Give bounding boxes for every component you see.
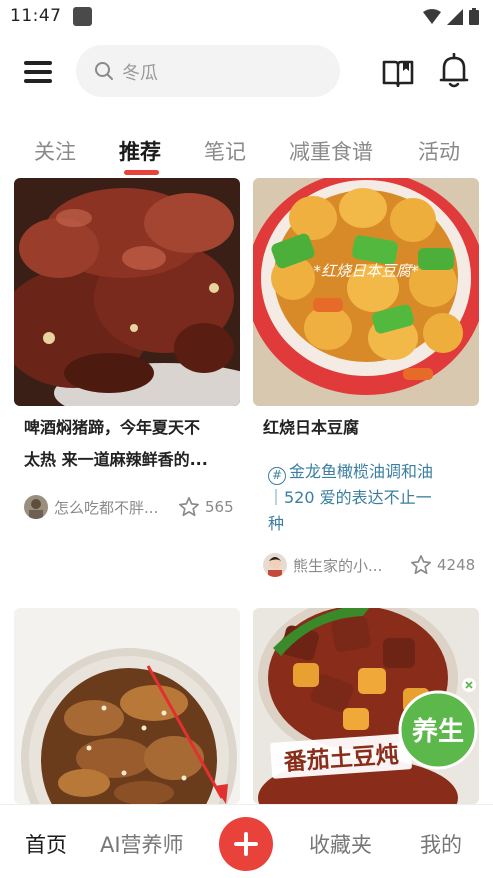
favorite-count-value: 4248 <box>437 556 476 574</box>
top-header: 冬瓜 <box>0 40 493 104</box>
favorite-count[interactable]: 4248 <box>410 554 475 576</box>
braised-pork-trotter-photo <box>14 178 240 406</box>
recipe-author[interactable]: 熊生家的小... <box>263 552 382 578</box>
nav-me[interactable]: 我的 <box>420 829 462 859</box>
tab-notes[interactable]: 笔记 <box>204 136 246 166</box>
bottom-navigation: 首页 AI营养师 收藏夹 我的 <box>0 804 493 878</box>
menu-icon[interactable] <box>24 59 54 85</box>
nav-home[interactable]: 首页 <box>25 829 67 859</box>
recipe-card-image[interactable] <box>14 178 240 406</box>
status-time: 11:47 <box>10 6 62 26</box>
topic-hash-icon: # <box>268 467 286 485</box>
recipe-card-image[interactable] <box>14 608 240 804</box>
tomato-potato-stew-photo: 番茄土豆炖 养生 <box>253 608 479 804</box>
tab-activities[interactable]: 活动 <box>418 136 460 166</box>
recipe-card-title[interactable]: 红烧日本豆腐 <box>263 412 473 444</box>
avatar <box>263 553 287 577</box>
recipe-title-line: 太热 来一道麻辣鲜香的... <box>24 450 208 469</box>
recipe-card-image[interactable]: *红烧日本豆腐* <box>253 178 479 406</box>
recipe-author[interactable]: 怎么吃都不胖... <box>24 494 158 520</box>
notification-app-icon <box>73 7 92 26</box>
signal-icon <box>447 8 463 25</box>
add-button[interactable] <box>219 817 273 871</box>
tab-weight-loss-recipes[interactable]: 减重食谱 <box>289 136 373 166</box>
recipe-card-title[interactable]: 啤酒焖猪蹄，今年夏天不 太热 来一道麻辣鲜香的... <box>24 412 234 476</box>
star-icon <box>411 555 431 575</box>
nav-ai-nutritionist[interactable]: AI营养师 <box>100 829 184 859</box>
recipe-feed: 啤酒焖猪蹄，今年夏天不 太热 来一道麻辣鲜香的... 怎么吃都不胖... 565 <box>0 178 493 804</box>
recipe-card-image[interactable]: 番茄土豆炖 养生 <box>253 608 479 804</box>
search-icon <box>95 62 113 80</box>
status-bar: 11:47 <box>0 0 493 34</box>
search-placeholder: 冬瓜 <box>122 63 158 84</box>
topic-text: 种 <box>268 514 285 533</box>
author-name: 熊生家的小... <box>293 556 383 575</box>
status-icons <box>423 8 479 25</box>
active-tab-indicator <box>124 170 159 175</box>
topic-text: ｜520 爱的表达不止一 <box>268 488 432 507</box>
image-overlay-text: *红烧日本豆腐* <box>313 262 419 280</box>
braised-tofu-photo: *红烧日本豆腐* <box>253 178 479 406</box>
cold-dish-photo <box>14 608 240 804</box>
battery-icon <box>469 8 479 25</box>
notification-bell-icon[interactable] <box>439 53 469 89</box>
nav-favorites[interactable]: 收藏夹 <box>309 829 372 859</box>
topic-tag[interactable]: # 金龙鱼橄榄油调和油 ｜520 爱的表达不止一 种 <box>268 459 478 537</box>
star-icon <box>179 497 199 517</box>
recipe-title-line: 啤酒焖猪蹄，今年夏天不 <box>24 418 201 437</box>
category-tabs: 关注 推荐 笔记 减重食谱 活动 <box>0 128 493 176</box>
favorite-count-value: 565 <box>205 498 234 516</box>
topic-text: 金龙鱼橄榄油调和油 <box>289 462 434 481</box>
tab-recommend[interactable]: 推荐 <box>119 136 161 166</box>
tab-follow[interactable]: 关注 <box>34 136 76 166</box>
health-badge: 养生 <box>411 716 464 747</box>
author-name: 怎么吃都不胖... <box>54 498 159 517</box>
avatar <box>24 495 48 519</box>
recipe-book-icon[interactable] <box>381 57 415 87</box>
wifi-icon <box>423 8 441 24</box>
favorite-count[interactable]: 565 <box>178 496 234 518</box>
search-input[interactable]: 冬瓜 <box>76 45 340 97</box>
